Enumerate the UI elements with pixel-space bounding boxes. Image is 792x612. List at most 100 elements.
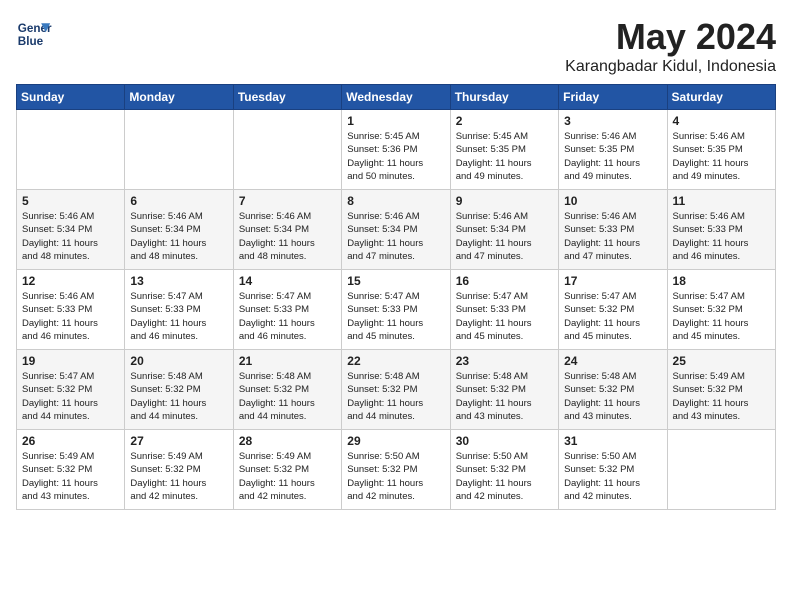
calendar-cell: 20Sunrise: 5:48 AM Sunset: 5:32 PM Dayli… xyxy=(125,350,233,430)
calendar-cell: 2 Sunrise: 5:45 AM Sunset: 5:35 PM Daylig… xyxy=(450,110,558,190)
day-number: 4 xyxy=(673,114,770,128)
calendar-week-1: 1 Sunrise: 5:45 AM Sunset: 5:36 PM Daylig… xyxy=(17,110,776,190)
calendar-cell: 5 Sunrise: 5:46 AM Sunset: 5:34 PM Daylig… xyxy=(17,190,125,270)
day-number: 19 xyxy=(22,354,119,368)
calendar-cell xyxy=(667,430,775,510)
calendar-cell: 25 Sunrise: 5:49 AM Sunset: 5:32 PM Dayli… xyxy=(667,350,775,430)
calendar-cell: 10 Sunrise: 5:46 AM Sunset: 5:33 PM Dayli… xyxy=(559,190,667,270)
day-info: Sunrise: 5:47 AM Sunset: 5:32 PM Dayligh… xyxy=(673,290,770,343)
day-number: 27 xyxy=(130,434,227,448)
location-title: Karangbadar Kidul, Indonesia xyxy=(565,58,776,76)
day-number: 30 xyxy=(456,434,553,448)
day-info: Sunrise: 5:48 AM Sunset: 5:32 PM Dayligh… xyxy=(564,370,661,423)
day-info: Sunrise: 5:47 AM Sunset: 5:33 PM Dayligh… xyxy=(347,290,444,343)
day-info: Sunrise: 5:48 AM Sunset: 5:32 PM Dayligh… xyxy=(347,370,444,423)
day-number: 6 xyxy=(130,194,227,208)
weekday-header-tuesday: Tuesday xyxy=(233,85,341,110)
day-info: Sunrise: 5:47 AM Sunset: 5:32 PM Dayligh… xyxy=(564,290,661,343)
day-number: 9 xyxy=(456,194,553,208)
day-number: 31 xyxy=(564,434,661,448)
calendar-cell xyxy=(17,110,125,190)
calendar-cell: 8 Sunrise: 5:46 AM Sunset: 5:34 PM Daylig… xyxy=(342,190,450,270)
day-number: 8 xyxy=(347,194,444,208)
day-info: Sunrise: 5:46 AM Sunset: 5:34 PM Dayligh… xyxy=(22,210,119,263)
day-info: Sunrise: 5:50 AM Sunset: 5:32 PM Dayligh… xyxy=(347,450,444,503)
calendar-week-4: 19 Sunrise: 5:47 AM Sunset: 5:32 PM Dayli… xyxy=(17,350,776,430)
calendar-cell: 27Sunrise: 5:49 AM Sunset: 5:32 PM Dayli… xyxy=(125,430,233,510)
calendar-cell: 6 Sunrise: 5:46 AM Sunset: 5:34 PM Daylig… xyxy=(125,190,233,270)
day-number: 18 xyxy=(673,274,770,288)
calendar-cell: 15 Sunrise: 5:47 AM Sunset: 5:33 PM Dayli… xyxy=(342,270,450,350)
day-info: Sunrise: 5:50 AM Sunset: 5:32 PM Dayligh… xyxy=(456,450,553,503)
calendar-cell: 3Sunrise: 5:46 AM Sunset: 5:35 PM Daylig… xyxy=(559,110,667,190)
day-info: Sunrise: 5:50 AM Sunset: 5:32 PM Dayligh… xyxy=(564,450,661,503)
day-number: 29 xyxy=(347,434,444,448)
calendar-table: SundayMondayTuesdayWednesdayThursdayFrid… xyxy=(16,84,776,510)
day-info: Sunrise: 5:46 AM Sunset: 5:33 PM Dayligh… xyxy=(564,210,661,263)
day-number: 11 xyxy=(673,194,770,208)
calendar-cell: 11 Sunrise: 5:46 AM Sunset: 5:33 PM Dayli… xyxy=(667,190,775,270)
day-number: 26 xyxy=(22,434,119,448)
calendar-cell: 14Sunrise: 5:47 AM Sunset: 5:33 PM Dayli… xyxy=(233,270,341,350)
day-info: Sunrise: 5:47 AM Sunset: 5:33 PM Dayligh… xyxy=(130,290,227,343)
calendar-week-5: 26 Sunrise: 5:49 AM Sunset: 5:32 PM Dayli… xyxy=(17,430,776,510)
weekday-header-sunday: Sunday xyxy=(17,85,125,110)
day-info: Sunrise: 5:46 AM Sunset: 5:33 PM Dayligh… xyxy=(22,290,119,343)
calendar-cell: 26 Sunrise: 5:49 AM Sunset: 5:32 PM Dayli… xyxy=(17,430,125,510)
day-info: Sunrise: 5:48 AM Sunset: 5:32 PM Dayligh… xyxy=(456,370,553,423)
day-number: 15 xyxy=(347,274,444,288)
day-info: Sunrise: 5:46 AM Sunset: 5:35 PM Dayligh… xyxy=(673,130,770,183)
day-info: Sunrise: 5:47 AM Sunset: 5:33 PM Dayligh… xyxy=(239,290,336,343)
calendar-cell: 23 Sunrise: 5:48 AM Sunset: 5:32 PM Dayli… xyxy=(450,350,558,430)
logo-icon: General Blue xyxy=(16,16,52,52)
day-info: Sunrise: 5:48 AM Sunset: 5:32 PM Dayligh… xyxy=(130,370,227,423)
day-number: 21 xyxy=(239,354,336,368)
day-number: 25 xyxy=(673,354,770,368)
day-number: 23 xyxy=(456,354,553,368)
logo: General Blue xyxy=(16,16,52,52)
calendar-cell: 7Sunrise: 5:46 AM Sunset: 5:34 PM Daylig… xyxy=(233,190,341,270)
calendar-cell: 18 Sunrise: 5:47 AM Sunset: 5:32 PM Dayli… xyxy=(667,270,775,350)
day-info: Sunrise: 5:45 AM Sunset: 5:36 PM Dayligh… xyxy=(347,130,444,183)
day-number: 10 xyxy=(564,194,661,208)
day-info: Sunrise: 5:46 AM Sunset: 5:34 PM Dayligh… xyxy=(456,210,553,263)
calendar-cell: 16Sunrise: 5:47 AM Sunset: 5:33 PM Dayli… xyxy=(450,270,558,350)
day-info: Sunrise: 5:46 AM Sunset: 5:34 PM Dayligh… xyxy=(130,210,227,263)
day-number: 22 xyxy=(347,354,444,368)
day-info: Sunrise: 5:46 AM Sunset: 5:35 PM Dayligh… xyxy=(564,130,661,183)
calendar-cell: 19 Sunrise: 5:47 AM Sunset: 5:32 PM Dayli… xyxy=(17,350,125,430)
day-number: 2 xyxy=(456,114,553,128)
calendar-cell: 31 Sunrise: 5:50 AM Sunset: 5:32 PM Dayli… xyxy=(559,430,667,510)
page-header: General Blue May 2024 Karangbadar Kidul,… xyxy=(16,16,776,76)
day-info: Sunrise: 5:46 AM Sunset: 5:34 PM Dayligh… xyxy=(239,210,336,263)
calendar-cell: 29 Sunrise: 5:50 AM Sunset: 5:32 PM Dayli… xyxy=(342,430,450,510)
day-number: 24 xyxy=(564,354,661,368)
weekday-header-row: SundayMondayTuesdayWednesdayThursdayFrid… xyxy=(17,85,776,110)
day-info: Sunrise: 5:48 AM Sunset: 5:32 PM Dayligh… xyxy=(239,370,336,423)
day-number: 1 xyxy=(347,114,444,128)
day-info: Sunrise: 5:49 AM Sunset: 5:32 PM Dayligh… xyxy=(22,450,119,503)
day-info: Sunrise: 5:47 AM Sunset: 5:32 PM Dayligh… xyxy=(22,370,119,423)
day-number: 5 xyxy=(22,194,119,208)
calendar-cell: 1 Sunrise: 5:45 AM Sunset: 5:36 PM Daylig… xyxy=(342,110,450,190)
weekday-header-wednesday: Wednesday xyxy=(342,85,450,110)
calendar-cell: 9 Sunrise: 5:46 AM Sunset: 5:34 PM Daylig… xyxy=(450,190,558,270)
day-number: 13 xyxy=(130,274,227,288)
calendar-cell: 13 Sunrise: 5:47 AM Sunset: 5:33 PM Dayli… xyxy=(125,270,233,350)
weekday-header-saturday: Saturday xyxy=(667,85,775,110)
calendar-cell: 4 Sunrise: 5:46 AM Sunset: 5:35 PM Daylig… xyxy=(667,110,775,190)
calendar-cell: 21 Sunrise: 5:48 AM Sunset: 5:32 PM Dayli… xyxy=(233,350,341,430)
calendar-cell: 17 Sunrise: 5:47 AM Sunset: 5:32 PM Dayli… xyxy=(559,270,667,350)
calendar-cell: 12 Sunrise: 5:46 AM Sunset: 5:33 PM Dayli… xyxy=(17,270,125,350)
day-info: Sunrise: 5:46 AM Sunset: 5:33 PM Dayligh… xyxy=(673,210,770,263)
calendar-week-3: 12 Sunrise: 5:46 AM Sunset: 5:33 PM Dayli… xyxy=(17,270,776,350)
day-info: Sunrise: 5:46 AM Sunset: 5:34 PM Dayligh… xyxy=(347,210,444,263)
day-info: Sunrise: 5:49 AM Sunset: 5:32 PM Dayligh… xyxy=(673,370,770,423)
day-number: 17 xyxy=(564,274,661,288)
title-block: May 2024 Karangbadar Kidul, Indonesia xyxy=(565,16,776,76)
calendar-cell: 24 Sunrise: 5:48 AM Sunset: 5:32 PM Dayli… xyxy=(559,350,667,430)
day-info: Sunrise: 5:45 AM Sunset: 5:35 PM Dayligh… xyxy=(456,130,553,183)
day-number: 12 xyxy=(22,274,119,288)
day-number: 28 xyxy=(239,434,336,448)
day-info: Sunrise: 5:47 AM Sunset: 5:33 PM Dayligh… xyxy=(456,290,553,343)
